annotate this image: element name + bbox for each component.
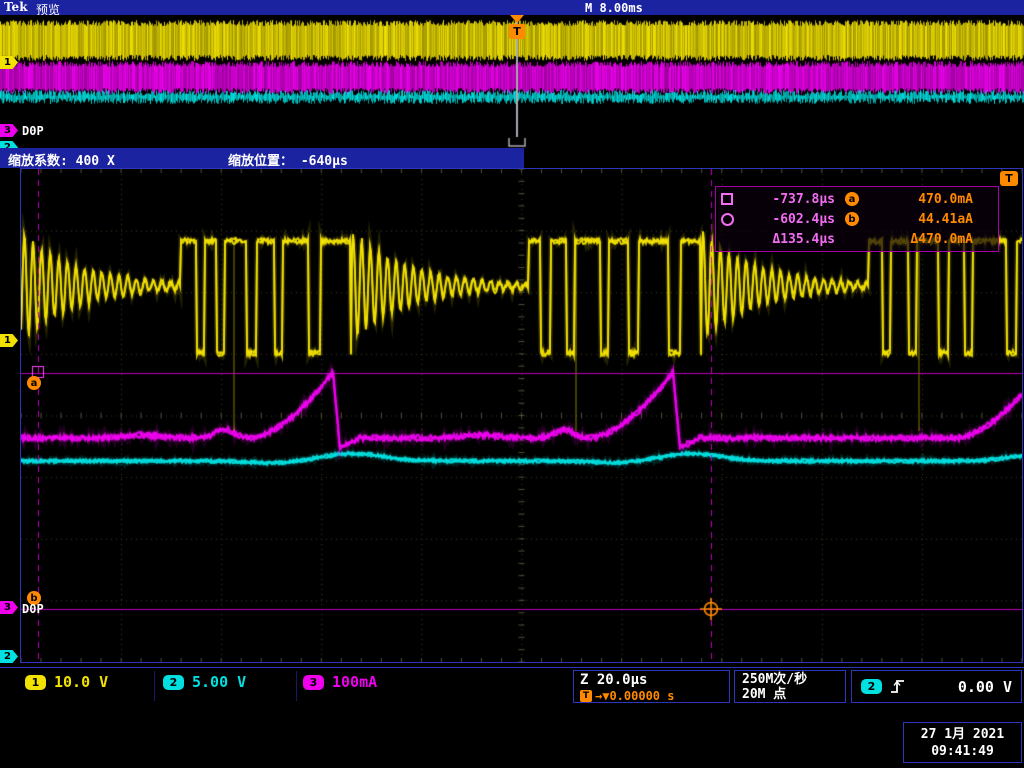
marker-label: 3 <box>4 125 11 136</box>
trigger-source-badge: 2 <box>861 679 882 694</box>
brand-logo: Tek <box>4 0 28 14</box>
channel-2-scale: 5.00 V <box>192 673 247 691</box>
oscilloscope-screen: Tek 预览 M 8.00ms T 1 3 D0P 2 缩放系数: 400 X … <box>0 0 1024 768</box>
trigger-arrow-icon <box>510 15 524 23</box>
trigger-position-readout: T →▼0.00000 s <box>580 689 723 703</box>
square-cursor-icon <box>721 193 733 205</box>
record-length-readout: 20M 点 <box>742 687 787 702</box>
channel-1-badge: 1 <box>25 674 46 690</box>
readout-row: -602.4µs b 44.41aA <box>721 209 993 229</box>
top-bar: Tek 预览 M 8.00ms <box>0 0 1024 17</box>
channel-1-scale: 10.0 V <box>54 673 109 691</box>
trigger-time-badge: T <box>580 690 592 702</box>
zoom-factor-readout: 缩放系数: 400 X <box>8 154 115 169</box>
status-bar: 1 10.0 V 2 5.00 V 3 100mA Z 20.0µs T →▼0… <box>0 667 1024 705</box>
time-readout: 09:41:49 <box>931 743 994 759</box>
zoom-position-readout: 缩放位置： -640µs <box>228 154 348 169</box>
overview-ch3-bus-label: D0P <box>22 124 44 138</box>
marker-label: a <box>30 377 38 389</box>
cursor-a-badge: a <box>845 192 859 206</box>
zoom-timebase-box[interactable]: Z 20.0µs T →▼0.00000 s <box>573 670 730 703</box>
cursor-1-time: -737.8µs <box>772 191 835 207</box>
main-timebase-readout: M 8.00ms <box>585 1 643 15</box>
marker-label: 2 <box>4 651 11 662</box>
date-readout: 27 1月 2021 <box>920 726 1005 742</box>
marker-label: 3 <box>4 602 11 613</box>
readout-row: -737.8µs a 470.0mA <box>721 189 993 209</box>
zoom-waveform-area: -737.8µs a 470.0mA -602.4µs b 44.41aA Δ1… <box>20 168 1023 663</box>
cursor-2-time: -602.4µs <box>772 211 835 227</box>
cursor-readout-panel: -737.8µs a 470.0mA -602.4µs b 44.41aA Δ1… <box>715 186 999 252</box>
trigger-position-value: →▼0.00000 s <box>595 689 675 703</box>
cursor-a-amplitude: 470.0mA <box>918 191 973 207</box>
trigger-indicator-badge: T <box>1000 171 1018 186</box>
ch1-position-marker[interactable]: 1 <box>0 334 18 347</box>
readout-row: Δ135.4µs Δ470.0mA <box>721 229 993 249</box>
channel-3-badge: 3 <box>303 674 324 690</box>
acquisition-info-box[interactable]: 250M次/秒 20M 点 <box>734 670 846 703</box>
channel-3-scale: 100mA <box>332 673 378 691</box>
circle-cursor-icon <box>721 212 734 226</box>
rising-edge-icon <box>891 680 904 693</box>
ch3-position-marker[interactable]: 3 <box>0 601 18 614</box>
channel-2-readout[interactable]: 2 5.00 V <box>163 673 246 691</box>
trigger-flag-label: T <box>513 25 521 38</box>
ch3-bus-label: D0P <box>22 602 44 616</box>
channel-2-badge: 2 <box>163 674 184 690</box>
trigger-badge-label: T <box>1005 172 1013 185</box>
datetime-box[interactable]: 27 1月 2021 09:41:49 <box>903 722 1022 763</box>
marker-label: 1 <box>4 57 11 68</box>
cursor-b-amplitude: 44.41aA <box>918 211 973 227</box>
zoom-scale-bar: 缩放系数: 400 X 缩放位置： -640µs <box>0 148 1024 169</box>
separator <box>154 671 155 701</box>
channel-3-readout[interactable]: 3 100mA <box>303 673 377 691</box>
cursor-a-marker[interactable]: a <box>27 376 41 390</box>
trigger-position-flag[interactable]: T <box>509 24 525 39</box>
cursor-delta-amplitude: Δ470.0mA <box>910 231 973 247</box>
cursor-b-badge: b <box>845 212 859 226</box>
trigger-level-readout: 0.00 V <box>957 677 1012 696</box>
channel-1-readout[interactable]: 1 10.0 V <box>25 673 108 691</box>
sample-rate-readout: 250M次/秒 <box>742 672 808 687</box>
cursor-delta-time: Δ135.4µs <box>772 231 835 247</box>
marker-label: 1 <box>4 335 11 346</box>
zoom-timebase-readout: Z 20.0µs <box>580 672 648 688</box>
ch2-position-marker[interactable]: 2 <box>0 650 18 663</box>
separator <box>296 671 297 701</box>
trigger-settings-box[interactable]: 2 0.00 V <box>851 670 1022 703</box>
